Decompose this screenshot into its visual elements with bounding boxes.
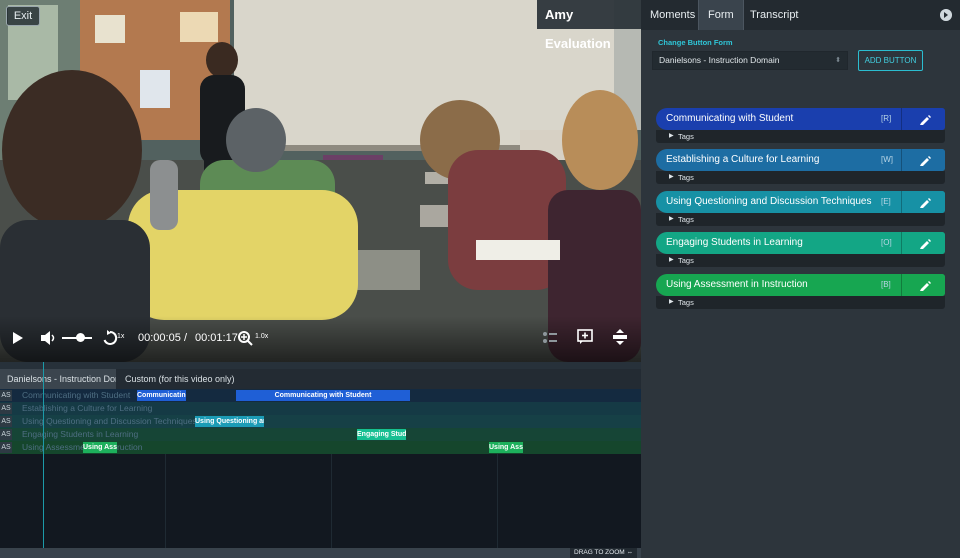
add-button[interactable]: ADD BUTTON [858,50,923,71]
app-window: Exit Amy Evaluation 1x 00:00:05 / 00:01:… [0,0,960,558]
timeline-track[interactable]: AS Communicating with Student Communicat… [0,389,641,402]
list-icon[interactable] [542,330,558,346]
form-select-value: Danielsons - Instruction Domain [659,55,780,65]
zoom-level: 1.0x [255,333,269,340]
volume-icon[interactable] [40,330,56,346]
track-label: Communicating with Student [22,390,131,400]
time-separator: / [184,332,188,344]
track-label: Engaging Students in Learning [22,429,139,439]
domain-shortcut: [B] [881,280,891,289]
tags-label: Tags [678,256,694,265]
domain-shortcut: [R] [881,114,892,123]
duration: 00:01:17 [195,332,238,344]
track-code: AS [0,403,12,414]
track-code: AS [0,416,12,427]
caret-right-icon: ▶ [669,257,674,263]
add-comment-icon[interactable] [577,329,593,345]
moment-segment[interactable]: Using Asse [489,442,523,453]
edit-button[interactable] [901,232,945,254]
domain-shortcut: [O] [881,238,892,247]
domain-button-engaging[interactable]: Engaging Students in Learning [O] ▶ Tags [656,232,945,267]
track-label: Using Questioning and Discussion Techniq… [22,416,197,426]
current-time: 00:00:05 [138,332,181,344]
panel-tabs: Moments Form Transcript [641,0,960,30]
domain-button-communicating[interactable]: Communicating with Student [R] ▶ Tags [656,108,945,143]
moment-segment[interactable]: Communicating [137,390,186,401]
change-form-label: Change Button Form [658,38,733,47]
timeline-track[interactable]: AS Using Assessment in Instruction Using… [0,441,641,454]
zoom-in-icon[interactable] [237,330,253,346]
domain-button-questioning[interactable]: Using Questioning and Discussion Techniq… [656,191,945,226]
track-code: AS [0,442,12,453]
video-title: Amy Evaluation [537,0,641,51]
caret-right-icon: ▶ [669,216,674,222]
timeline-track[interactable]: AS Engaging Students in Learning Engagin… [0,428,641,441]
moment-segment[interactable]: Using Asse [83,442,117,453]
side-panel: Moments Form Transcript Change Button Fo… [641,0,960,558]
timeline-form-tabs: Danielsons - Instruction Dom... Custom (… [0,369,641,389]
domain-name: Engaging Students in Learning [666,237,803,248]
pencil-icon [920,239,931,249]
domain-name: Communicating with Student [666,113,794,124]
timeline-track[interactable]: AS Establishing a Culture for Learning [0,402,641,415]
tab-form[interactable]: Form [698,0,744,30]
timeline-track[interactable]: AS Using Questioning and Discussion Tech… [0,415,641,428]
caret-right-icon: ▶ [669,299,674,305]
tags-label: Tags [678,132,694,141]
tab-moments[interactable]: Moments [641,0,704,30]
split-view-icon[interactable] [612,329,628,345]
tags-label: Tags [678,298,694,307]
pencil-icon [920,115,931,125]
domain-name: Using Assessment in Instruction [666,279,808,290]
video-controls: 1x 00:00:05 / 00:01:17 1.0x [0,316,641,362]
edit-button[interactable] [901,149,945,171]
domain-name: Establishing a Culture for Learning [666,154,820,165]
select-caret-icon: ⬍ [835,57,841,64]
tags-toggle[interactable]: ▶ Tags [656,130,945,143]
edit-button[interactable] [901,108,945,130]
timeline-tab-danielsons[interactable]: Danielsons - Instruction Dom... [0,369,116,389]
scrub-bar[interactable] [0,362,641,369]
track-code: AS [0,390,12,401]
volume-slider-handle[interactable] [76,333,85,342]
timeline-scrollbar[interactable]: DRAG TO ZOOM ⇔ [0,548,641,558]
form-select[interactable]: Danielsons - Instruction Domain ⬍ [652,51,848,70]
resize-arrows-icon: ⇔ [626,549,634,556]
replay-icon[interactable] [102,330,118,346]
timeline-tab-custom[interactable]: Custom (for this video only) [118,369,242,389]
tags-toggle[interactable]: ▶ Tags [656,213,945,226]
track-code: AS [0,429,12,440]
track-label: Establishing a Culture for Learning [22,403,153,413]
domain-button-culture[interactable]: Establishing a Culture for Learning [W] … [656,149,945,184]
drag-to-zoom-label: DRAG TO ZOOM [574,549,625,556]
tags-toggle[interactable]: ▶ Tags [656,296,945,309]
pencil-icon [920,281,931,291]
tags-label: Tags [678,173,694,182]
domain-shortcut: [E] [881,197,891,206]
tags-toggle[interactable]: ▶ Tags [656,171,945,184]
moment-segment[interactable]: Using Questioning and [195,416,264,427]
replay-rate: 1x [117,333,125,340]
tab-transcript[interactable]: Transcript [741,0,808,30]
video-player[interactable]: Exit Amy Evaluation 1x 00:00:05 / 00:01:… [0,0,641,362]
timeline-panel: Danielsons - Instruction Dom... Custom (… [0,362,641,558]
edit-button[interactable] [901,274,945,296]
moment-segment[interactable]: Engaging Stude [357,429,406,440]
play-icon[interactable] [12,331,24,345]
caret-right-icon: ▶ [669,133,674,139]
exit-button[interactable]: Exit [6,6,40,26]
pencil-icon [920,156,931,166]
tags-toggle[interactable]: ▶ Tags [656,254,945,267]
playhead-line[interactable] [43,362,44,558]
caret-right-icon: ▶ [669,174,674,180]
arrow-right-icon[interactable] [940,9,952,21]
drag-to-zoom-handle[interactable]: DRAG TO ZOOM ⇔ [570,548,637,558]
domain-name: Using Questioning and Discussion Techniq… [666,196,872,207]
domain-button-assessment[interactable]: Using Assessment in Instruction [B] ▶ Tag… [656,274,945,309]
pencil-icon [920,198,931,208]
moment-segment[interactable]: Communicating with Student [236,390,410,401]
tags-label: Tags [678,215,694,224]
edit-button[interactable] [901,191,945,213]
domain-shortcut: [W] [881,155,893,164]
